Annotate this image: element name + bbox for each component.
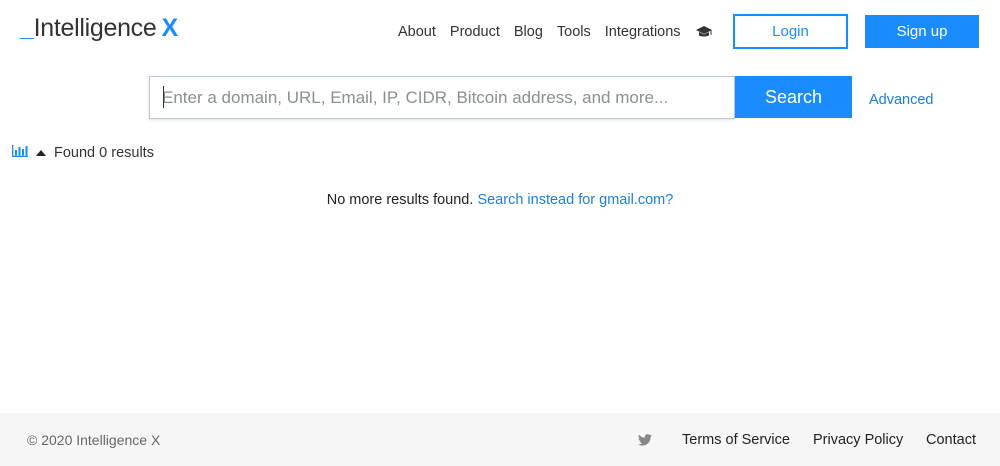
site-logo[interactable]: _ Intelligence X — [20, 14, 178, 43]
text-caret — [163, 86, 164, 108]
logo-underscore: _ — [20, 14, 34, 42]
copyright-text: © 2020 Intelligence X — [27, 432, 161, 448]
logo-x: X — [161, 14, 179, 42]
search-button[interactable]: Search — [735, 76, 852, 118]
nav-item-integrations[interactable]: Integrations — [605, 24, 681, 40]
graduation-cap-icon[interactable] — [695, 24, 713, 40]
nav-item-product[interactable]: Product — [450, 24, 500, 40]
search-input[interactable] — [150, 77, 734, 118]
login-button[interactable]: Login — [733, 14, 848, 49]
results-stats: Found 0 results — [12, 145, 154, 161]
no-results-message: No more results found. Search instead fo… — [0, 192, 1000, 208]
logo-name: Intelligence — [33, 14, 157, 42]
found-results-text: Found 0 results — [54, 145, 154, 161]
main-nav: About Product Blog Tools Integrations — [398, 24, 713, 40]
terms-of-service-link[interactable]: Terms of Service — [682, 432, 790, 448]
search-field — [149, 76, 735, 119]
nav-item-blog[interactable]: Blog — [514, 24, 543, 40]
page: _ Intelligence X About Product Blog Tool… — [0, 0, 1000, 466]
twitter-icon[interactable] — [638, 433, 652, 446]
triangle-up-icon[interactable] — [36, 145, 54, 161]
bar-chart-icon[interactable] — [12, 145, 36, 161]
no-more-text: No more results found. — [326, 192, 474, 208]
advanced-search-link[interactable]: Advanced — [869, 92, 934, 108]
search-suggestion-link[interactable]: Search instead for gmail.com? — [477, 192, 673, 208]
contact-link[interactable]: Contact — [926, 432, 976, 448]
footer: © 2020 Intelligence X Terms of Service P… — [0, 413, 1000, 466]
nav-item-tools[interactable]: Tools — [557, 24, 591, 40]
privacy-policy-link[interactable]: Privacy Policy — [813, 432, 903, 448]
nav-item-about[interactable]: About — [398, 24, 436, 40]
signup-button[interactable]: Sign up — [865, 15, 979, 48]
